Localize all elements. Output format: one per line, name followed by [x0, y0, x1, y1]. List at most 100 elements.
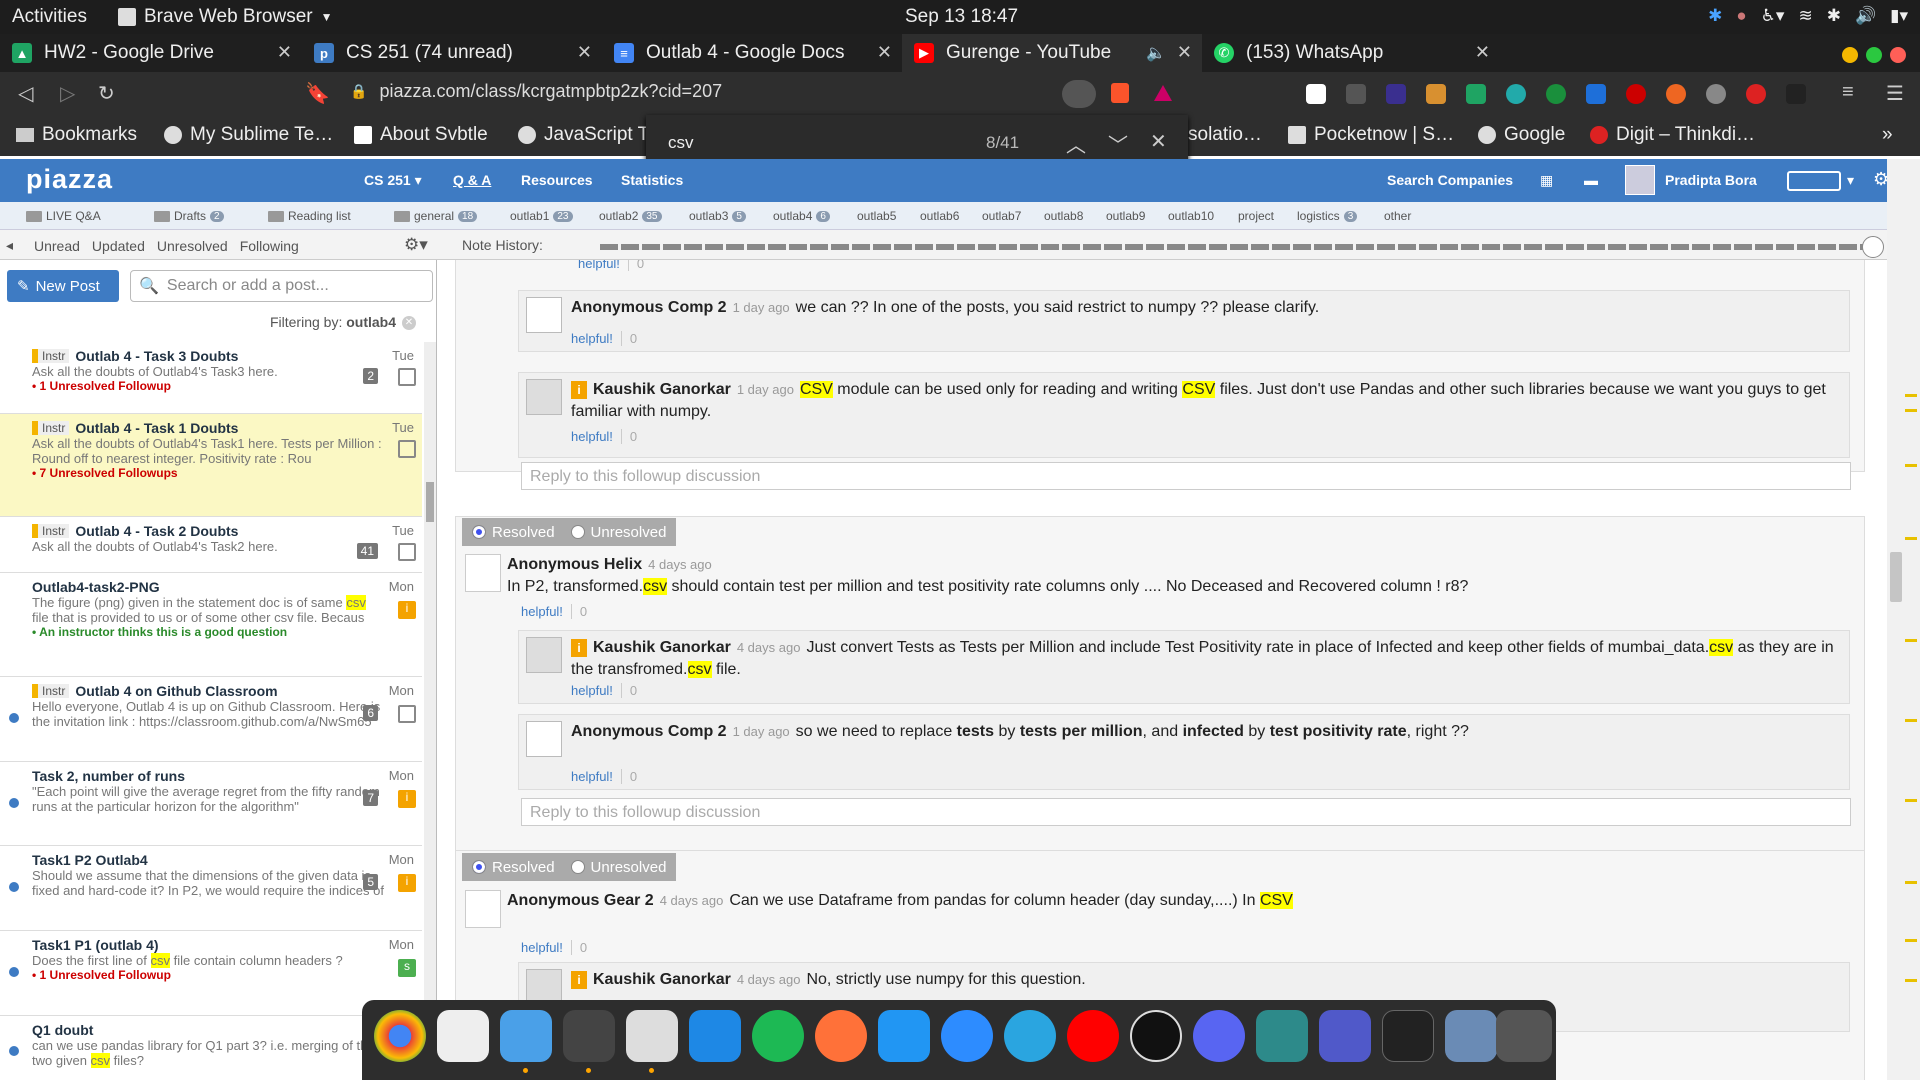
reply-input[interactable]: Reply to this followup discussion: [521, 462, 1851, 490]
reload-button[interactable]: ↻: [98, 81, 115, 106]
tab-qa[interactable]: Q & A: [453, 172, 491, 188]
resolved-radio[interactable]: [472, 860, 486, 874]
matlab-icon[interactable]: [1256, 1010, 1308, 1062]
extension-icon[interactable]: [1546, 84, 1566, 104]
text-editor-icon[interactable]: [437, 1010, 489, 1062]
folder-other[interactable]: other: [1384, 209, 1411, 223]
playlist-icon[interactable]: ≡: [1842, 81, 1854, 104]
media-player-icon[interactable]: [1130, 1010, 1182, 1062]
find-next-icon[interactable]: ﹀: [1108, 129, 1128, 158]
filter-updated[interactable]: Updated: [92, 238, 145, 254]
list-item[interactable]: Instr Outlab 4 - Task 1 Doubts Ask all th…: [0, 414, 422, 517]
adblock-icon[interactable]: [1626, 84, 1646, 104]
list-item[interactable]: Task 2, number of runs "Each point will …: [0, 762, 422, 846]
app-menu[interactable]: Brave Web Browser ▼: [118, 6, 333, 28]
bookmark-icon[interactable]: 🔖: [305, 81, 330, 106]
bookmark-item[interactable]: Digit – Thinkdi…: [1590, 124, 1755, 146]
tab-resources[interactable]: Resources: [521, 172, 593, 188]
sidebar-scrollbar[interactable]: [424, 342, 436, 1080]
close-icon[interactable]: ✕: [1177, 42, 1192, 63]
tab-google-docs[interactable]: ≡ Outlab 4 - Google Docs ✕: [602, 34, 902, 72]
folder-drafts[interactable]: Drafts 2: [154, 209, 224, 223]
muted-audio-icon[interactable]: 🔈: [1146, 43, 1166, 63]
brave-shield-icon[interactable]: [1111, 83, 1129, 103]
screenshot-icon[interactable]: [1496, 1010, 1552, 1062]
list-item[interactable]: Task1 P1 (outlab 4) Does the first line …: [0, 931, 422, 1016]
find-close-icon[interactable]: ✕: [1150, 129, 1167, 158]
extension-icon[interactable]: [1346, 84, 1366, 104]
course-dropdown[interactable]: CS 251 ▾: [364, 172, 422, 189]
close-icon[interactable]: ✕: [577, 42, 592, 63]
tab-google-drive[interactable]: ▲ HW2 - Google Drive ✕: [0, 34, 302, 72]
folder-outlab1[interactable]: outlab1 23: [510, 209, 573, 223]
calendar-icon[interactable]: ▦: [1540, 172, 1553, 189]
brave-rewards-icon[interactable]: [1154, 85, 1172, 101]
telegram-icon[interactable]: [1004, 1010, 1056, 1062]
google-drive-extension-icon[interactable]: [1466, 84, 1486, 104]
zoom-icon[interactable]: [941, 1010, 993, 1062]
extension-icon[interactable]: [1586, 84, 1606, 104]
folder-project[interactable]: project: [1238, 209, 1274, 223]
vscode-icon[interactable]: [689, 1010, 741, 1062]
back-button[interactable]: ◁: [18, 81, 33, 106]
youtube-music-icon[interactable]: [1067, 1010, 1119, 1062]
chevron-down-icon[interactable]: ▾: [1847, 172, 1854, 189]
address-bar[interactable]: 🔒 piazza.com/class/kcrgatmpbtp2zk?cid=20…: [350, 81, 722, 102]
helpful-button[interactable]: helpful! 0: [571, 331, 638, 346]
sublime-text-icon[interactable]: [563, 1010, 615, 1073]
app-store-icon[interactable]: [878, 1010, 930, 1062]
folder-outlab4[interactable]: outlab4 6: [773, 209, 830, 223]
folder-outlab2[interactable]: outlab2 35: [599, 209, 662, 223]
bookmark-item[interactable]: Google: [1478, 124, 1565, 146]
search-input[interactable]: 🔍 Search or add a post...: [130, 270, 433, 302]
scrollbar-thumb[interactable]: [1890, 552, 1902, 602]
clock[interactable]: Sep 13 18:47: [905, 6, 1018, 28]
gear-icon[interactable]: ⚙▾: [404, 235, 428, 255]
reply-input[interactable]: Reply to this followup discussion: [521, 798, 1851, 826]
close-icon[interactable]: ✕: [277, 42, 292, 63]
folder-outlab5[interactable]: outlab5: [857, 209, 896, 223]
folder-general[interactable]: general 18: [394, 209, 478, 223]
resolution-toggle[interactable]: Resolved Unresolved: [462, 853, 677, 881]
unresolved-radio[interactable]: [570, 525, 585, 539]
folder-outlab8[interactable]: outlab8: [1044, 209, 1083, 223]
scrollbar-thumb[interactable]: [426, 482, 434, 522]
find-in-page-icon[interactable]: [1062, 80, 1096, 108]
extension-icon[interactable]: [1786, 84, 1806, 104]
clear-filter-icon[interactable]: ✕: [402, 316, 416, 331]
folder-outlab7[interactable]: outlab7: [982, 209, 1021, 223]
helpful-button[interactable]: helpful! 0: [521, 940, 588, 955]
resolved-radio[interactable]: [472, 525, 486, 539]
bookmark-item[interactable]: About Svbtle: [354, 124, 488, 146]
bookmark-item[interactable]: Bookmarks: [16, 124, 137, 146]
status-toggle[interactable]: [1787, 171, 1841, 191]
close-icon[interactable]: ✕: [877, 42, 892, 63]
forward-button[interactable]: ▷: [60, 81, 75, 106]
extension-icon[interactable]: [1306, 84, 1326, 104]
close-icon[interactable]: ✕: [1475, 42, 1490, 63]
piazza-logo[interactable]: piazza: [26, 164, 113, 195]
bookmark-item[interactable]: solatio…: [1188, 124, 1262, 146]
search-companies-link[interactable]: Search Companies: [1387, 172, 1513, 188]
chrome-icon[interactable]: [374, 1010, 426, 1062]
firefox-icon[interactable]: [815, 1010, 867, 1062]
find-previous-icon[interactable]: ︿: [1066, 129, 1086, 158]
extension-icon[interactable]: [1506, 84, 1526, 104]
close-window-button[interactable]: [1890, 47, 1906, 63]
filter-unresolved[interactable]: Unresolved: [157, 238, 228, 254]
activities-button[interactable]: Activities: [12, 6, 87, 28]
image-viewer-icon[interactable]: [1445, 1010, 1497, 1062]
bookmark-item[interactable]: My Sublime Te…: [164, 124, 333, 146]
filter-following[interactable]: Following: [240, 238, 299, 254]
filter-unread[interactable]: Unread: [34, 238, 80, 254]
helpful-button[interactable]: helpful! 0: [571, 769, 638, 784]
system-tray[interactable]: ✱ ● ♿▾ ≋ ✱ 🔊 ▮▾: [1708, 6, 1908, 26]
extension-icon[interactable]: [1666, 84, 1686, 104]
folder-outlab6[interactable]: outlab6: [920, 209, 959, 223]
finder-icon[interactable]: [500, 1010, 552, 1073]
bookmark-item[interactable]: JavaScript T: [518, 124, 649, 146]
maximize-button[interactable]: [1866, 47, 1882, 63]
helpful-button[interactable]: helpful! 0: [578, 260, 645, 271]
list-item[interactable]: Instr Outlab 4 on Github Classroom Hello …: [0, 677, 422, 762]
folder-outlab9[interactable]: outlab9: [1106, 209, 1145, 223]
